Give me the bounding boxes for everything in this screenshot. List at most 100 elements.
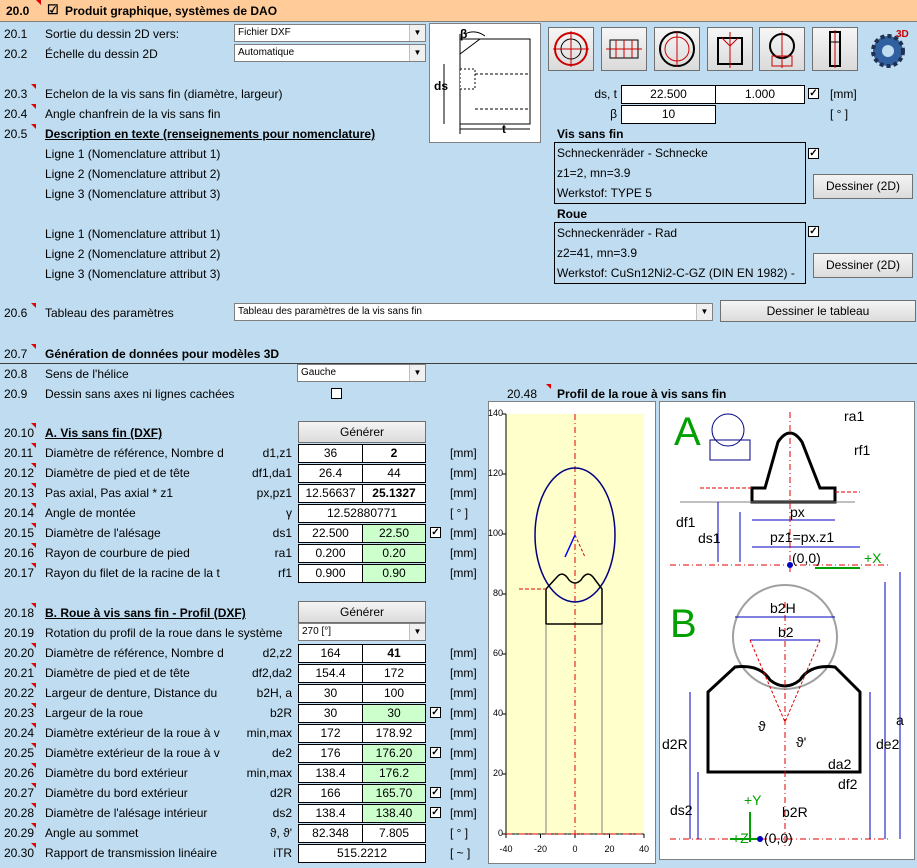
param-value-2[interactable]: 7.805 [362, 824, 426, 843]
generate-a-button[interactable]: Générer [298, 421, 426, 443]
row-number: 20.7 [4, 347, 28, 361]
t-input[interactable]: 1.000 [715, 85, 805, 104]
row-checkbox[interactable]: ✓ [430, 747, 441, 758]
param-value-2[interactable]: 176.2 [362, 764, 426, 783]
chevron-down-icon[interactable]: ▼ [409, 25, 425, 41]
row-symbol: rf1 [277, 566, 292, 580]
svg-text:3D: 3D [896, 29, 909, 40]
param-value-1[interactable]: 82.348 [298, 824, 363, 843]
rotation-select[interactable]: 270 [°] ▼ [298, 623, 426, 641]
param-value-2[interactable]: 0.90 [362, 564, 426, 583]
param-value-2[interactable]: 100 [362, 684, 426, 703]
param-value-2[interactable]: 165.70 [362, 784, 426, 803]
param-value-1[interactable]: 12.56637 [298, 484, 363, 503]
label-df2: df2 [838, 776, 858, 792]
scale-select[interactable]: Automatique ▼ [234, 44, 426, 62]
param-value-2[interactable]: 25.1327 [362, 484, 426, 503]
generate-b-button[interactable]: Générer [298, 601, 426, 623]
worm-text-box[interactable]: Schneckenräder - Schnecke z1=2, mn=3.9 W… [554, 142, 806, 204]
row-unit: [mm] [450, 766, 477, 780]
param-value-1[interactable]: 0.200 [298, 544, 363, 563]
param-value-1[interactable]: 154.4 [298, 664, 363, 683]
row-checkbox[interactable]: ✓ [430, 807, 441, 818]
3d-gear-icon[interactable]: 3D [866, 25, 912, 73]
row-checkbox[interactable]: ✓ [430, 527, 441, 538]
row-checkbox[interactable]: ✓ [808, 88, 819, 99]
row-20-4: 20.4 Angle chanfrein de la vis sans fin … [0, 104, 917, 124]
select-value: 270 [°] [302, 626, 332, 637]
param-value-1[interactable]: 164 [298, 644, 363, 663]
param-value-1[interactable]: 22.500 [298, 524, 363, 543]
beta-input[interactable]: 10 [621, 105, 716, 124]
chevron-down-icon[interactable]: ▼ [696, 304, 712, 320]
row-unit: [mm] [450, 646, 477, 660]
param-value-1[interactable]: 166 [298, 784, 363, 803]
worm-text-line2[interactable]: z1=2, mn=3.9 [555, 163, 805, 183]
param-value-2[interactable]: 44 [362, 464, 426, 483]
param-value-2[interactable]: 41 [362, 644, 426, 663]
param-value-2[interactable]: 22.50 [362, 524, 426, 543]
row-checkbox[interactable]: ✓ [430, 707, 441, 718]
param-value[interactable]: 515.2212 [298, 844, 426, 863]
wheel-section-button[interactable] [707, 27, 753, 71]
row-20-6: 20.6 Tableau des paramètres Tableau des … [0, 300, 917, 323]
row-label: Diamètre extérieur de la roue à v [45, 746, 220, 760]
worm-text-line1[interactable]: Schneckenräder - Schnecke [555, 143, 805, 163]
no-axes-checkbox[interactable] [331, 388, 342, 399]
wheel-text-line3[interactable]: Werkstof: CuSn12Ni2-C-GZ (DIN EN 1982) - [555, 263, 805, 283]
comment-marker [31, 523, 36, 528]
row-label: Diamètre du bord extérieur [45, 766, 188, 780]
row-symbol: df2,da2 [251, 666, 292, 680]
draw-worm-2d-button[interactable]: Dessiner (2D) [813, 174, 913, 199]
row-label: Largeur de denture, Distance du [45, 686, 218, 700]
param-value-1[interactable]: 172 [298, 724, 363, 743]
ds-input[interactable]: 22.500 [621, 85, 716, 104]
param-value-2[interactable]: 178.92 [362, 724, 426, 743]
header-checkbox[interactable]: ☑ [47, 3, 59, 16]
x-tick-label: 40 [638, 844, 649, 854]
wheel-text-box[interactable]: Schneckenräder - Rad z2=41, mn=3.9 Werks… [554, 222, 806, 284]
draw-wheel-2d-button[interactable]: Dessiner (2D) [813, 253, 913, 278]
comment-marker [36, 0, 41, 5]
worm-side-view-button[interactable] [601, 27, 647, 71]
row-number: 20.15 [4, 526, 35, 540]
chevron-down-icon[interactable]: ▼ [409, 624, 425, 640]
label-ds2: ds2 [670, 802, 693, 818]
wheel-text-line2[interactable]: z2=41, mn=3.9 [555, 243, 805, 263]
chevron-down-icon[interactable]: ▼ [409, 45, 425, 61]
param-value-1[interactable]: 36 [298, 444, 363, 463]
param-value-2[interactable]: 30 [362, 704, 426, 723]
output-select[interactable]: Fichier DXF ▼ [234, 24, 426, 42]
param-value-1[interactable]: 138.4 [298, 764, 363, 783]
param-table-select[interactable]: Tableau des paramètres de la vis sans fi… [234, 303, 713, 321]
param-value-1[interactable]: 30 [298, 684, 363, 703]
param-value-2[interactable]: 138.40 [362, 804, 426, 823]
wheel-text-line1[interactable]: Schneckenräder - Rad [555, 223, 805, 243]
param-value-1[interactable]: 176 [298, 744, 363, 763]
shaft-view-button[interactable] [812, 27, 858, 71]
label-rf1: rf1 [854, 442, 871, 458]
param-value-2[interactable]: 0.20 [362, 544, 426, 563]
wheel-text-checkbox[interactable]: ✓ [808, 226, 819, 237]
label-b2h: b2H [770, 600, 796, 616]
param-value-2[interactable]: 172 [362, 664, 426, 683]
helix-direction-select[interactable]: Gauche ▼ [297, 364, 426, 382]
worm-front-view-button[interactable] [548, 27, 594, 71]
wheel-front-view-button[interactable] [654, 27, 700, 71]
comment-marker [31, 463, 36, 468]
assembly-view-button[interactable] [759, 27, 805, 71]
param-value-2[interactable]: 176.20 [362, 744, 426, 763]
param-value-1[interactable]: 138.4 [298, 804, 363, 823]
row-checkbox[interactable]: ✓ [430, 787, 441, 798]
worm-text-checkbox[interactable]: ✓ [808, 148, 819, 159]
worm-line2-label: Ligne 2 (Nomenclature attribut 2) [45, 167, 221, 181]
param-value-2[interactable]: 2 [362, 444, 426, 463]
row-number: 20.21 [4, 666, 35, 680]
draw-table-button[interactable]: Dessiner le tableau [720, 300, 916, 322]
param-value-1[interactable]: 26.4 [298, 464, 363, 483]
chevron-down-icon[interactable]: ▼ [409, 365, 425, 381]
param-value-1[interactable]: 30 [298, 704, 363, 723]
param-value-1[interactable]: 0.900 [298, 564, 363, 583]
param-value[interactable]: 12.52880771 [298, 504, 426, 523]
worm-text-line3[interactable]: Werkstof: TYPE 5 [555, 183, 805, 203]
